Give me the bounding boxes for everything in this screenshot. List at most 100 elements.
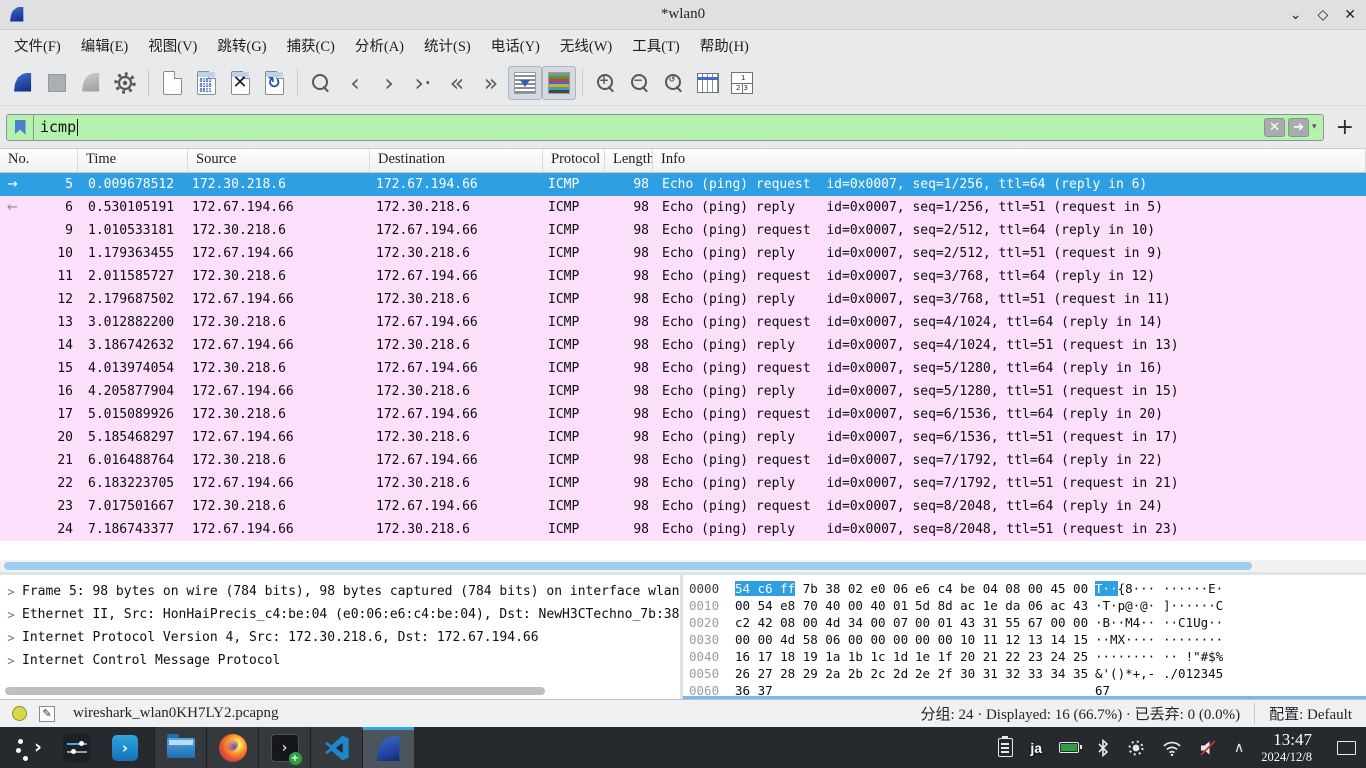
packet-row[interactable]: 101.179363455172.67.194.66172.30.218.6IC… bbox=[0, 242, 1366, 265]
battery-icon[interactable] bbox=[1059, 742, 1079, 753]
filter-clear-button[interactable]: ✕ bbox=[1264, 118, 1285, 137]
column-header-time[interactable]: Time bbox=[78, 149, 188, 172]
packet-row[interactable]: 226.183223705172.67.194.66172.30.218.6IC… bbox=[0, 472, 1366, 495]
menu-item[interactable]: 捕获(C) bbox=[277, 31, 345, 60]
filter-apply-button[interactable]: ➔ bbox=[1288, 118, 1309, 137]
packet-row[interactable]: 112.011585727172.30.218.6172.67.194.66IC… bbox=[0, 265, 1366, 288]
expander-chevron-icon[interactable]: > bbox=[0, 585, 22, 599]
details-tree-item[interactable]: >Frame 5: 98 bytes on wire (784 bits), 9… bbox=[0, 580, 680, 603]
packet-row[interactable]: 164.205877904172.67.194.66172.30.218.6IC… bbox=[0, 380, 1366, 403]
menu-item[interactable]: 帮助(H) bbox=[690, 31, 759, 60]
capture-comment-icon[interactable]: ✎ bbox=[39, 706, 55, 722]
hex-hscrollbar[interactable] bbox=[683, 696, 1366, 699]
open-file-button[interactable] bbox=[155, 66, 189, 100]
stop-capture-button[interactable] bbox=[40, 66, 74, 100]
packet-row[interactable]: 5→0.009678512172.30.218.6172.67.194.66IC… bbox=[0, 173, 1366, 196]
expander-chevron-icon[interactable]: > bbox=[0, 608, 22, 622]
expert-info-icon[interactable] bbox=[12, 706, 27, 721]
column-header-source[interactable]: Source bbox=[188, 149, 370, 172]
show-desktop-button[interactable] bbox=[1337, 741, 1356, 755]
task-terminal[interactable]: ›+ bbox=[258, 727, 310, 768]
last-packet-button[interactable]: » bbox=[474, 66, 508, 100]
input-method-indicator[interactable]: ja bbox=[1030, 740, 1042, 756]
menu-item[interactable]: 视图(V) bbox=[138, 31, 207, 60]
details-tree-item[interactable]: >Ethernet II, Src: HonHaiPrecis_c4:be:04… bbox=[0, 603, 680, 626]
task-firefox[interactable] bbox=[206, 727, 258, 768]
packet-row[interactable]: 154.013974054172.30.218.6172.67.194.66IC… bbox=[0, 357, 1366, 380]
packet-row[interactable]: 143.186742632172.67.194.66172.30.218.6IC… bbox=[0, 334, 1366, 357]
hex-row[interactable]: 0020c2 42 08 00 4d 34 00 0700 01 43 31 5… bbox=[689, 614, 1366, 631]
display-filter-input[interactable]: icmp ✕ ➔ ▾ bbox=[6, 114, 1324, 141]
menu-item[interactable]: 跳转(G) bbox=[207, 31, 276, 60]
hex-row[interactable]: 005026 27 28 29 2a 2b 2c 2d2e 2f 30 31 3… bbox=[689, 665, 1366, 682]
column-header-protocol[interactable]: Protocol bbox=[543, 149, 605, 172]
details-hscrollbar[interactable] bbox=[0, 686, 680, 697]
find-packet-button[interactable] bbox=[304, 66, 338, 100]
packet-row[interactable]: 205.185468297172.67.194.66172.30.218.6IC… bbox=[0, 426, 1366, 449]
hex-row[interactable]: 004016 17 18 19 1a 1b 1c 1d1e 1f 20 21 2… bbox=[689, 648, 1366, 665]
clock[interactable]: 13:47 2024/12/8 bbox=[1261, 730, 1312, 765]
filter-bookmark-button[interactable] bbox=[7, 115, 34, 140]
filter-dropdown-arrow-icon[interactable]: ▾ bbox=[1312, 122, 1317, 132]
maximize-button[interactable]: ◇ bbox=[1317, 7, 1328, 23]
app-launcher-button[interactable]: › bbox=[12, 731, 46, 765]
zoom-in-button[interactable]: + bbox=[589, 66, 623, 100]
menu-item[interactable]: 统计(S) bbox=[414, 31, 481, 60]
packet-row[interactable]: 6←0.530105191172.67.194.66172.30.218.6IC… bbox=[0, 196, 1366, 219]
details-tree-item[interactable]: >Internet Protocol Version 4, Src: 172.3… bbox=[0, 626, 680, 649]
packet-bytes-pane[interactable]: 000054 c6 ff 7b 38 02 e0 06e6 c4 be 04 0… bbox=[683, 575, 1366, 699]
column-header-length[interactable]: Length bbox=[605, 149, 653, 172]
expander-chevron-icon[interactable]: > bbox=[0, 631, 22, 645]
hex-row[interactable]: 000054 c6 ff 7b 38 02 e0 06e6 c4 be 04 0… bbox=[689, 580, 1366, 597]
restart-capture-button[interactable] bbox=[74, 66, 108, 100]
add-filter-button[interactable]: + bbox=[1332, 115, 1358, 140]
zoom-reset-button[interactable]: ↺ bbox=[657, 66, 691, 100]
expander-chevron-icon[interactable]: > bbox=[0, 654, 22, 668]
start-capture-button[interactable] bbox=[6, 66, 40, 100]
packet-row[interactable]: 247.186743377172.67.194.66172.30.218.6IC… bbox=[0, 518, 1366, 541]
first-packet-button[interactable]: « bbox=[440, 66, 474, 100]
close-file-button[interactable]: ✕ bbox=[223, 66, 257, 100]
menu-item[interactable]: 工具(T) bbox=[622, 31, 690, 60]
capture-options-button[interactable] bbox=[108, 66, 142, 100]
auto-scroll-button[interactable] bbox=[508, 66, 542, 100]
packet-row[interactable]: 91.010533181172.30.218.6172.67.194.66ICM… bbox=[0, 219, 1366, 242]
column-header-destination[interactable]: Destination bbox=[370, 149, 543, 172]
save-file-button[interactable]: 010101100011 bbox=[189, 66, 223, 100]
colorize-button[interactable] bbox=[542, 66, 576, 100]
hex-row[interactable]: 001000 54 e8 70 40 00 40 015d 8d ac 1e d… bbox=[689, 597, 1366, 614]
column-header-no[interactable]: No. bbox=[0, 149, 78, 172]
discover-button[interactable]: › bbox=[108, 731, 142, 765]
task-file-manager[interactable] bbox=[154, 727, 206, 768]
menu-item[interactable]: 编辑(E) bbox=[71, 31, 139, 60]
packet-row[interactable]: 237.017501667172.30.218.6172.67.194.66IC… bbox=[0, 495, 1366, 518]
task-vscode[interactable] bbox=[310, 727, 362, 768]
task-wireshark[interactable] bbox=[362, 727, 414, 768]
column-header-info[interactable]: Info bbox=[653, 149, 1366, 172]
layout-button[interactable]: 123 bbox=[725, 66, 759, 100]
packet-row[interactable]: 122.179687502172.67.194.66172.30.218.6IC… bbox=[0, 288, 1366, 311]
profile-selector[interactable]: 配置: Default bbox=[1254, 703, 1366, 724]
bluetooth-icon[interactable] bbox=[1096, 739, 1110, 757]
menu-item[interactable]: 文件(F) bbox=[4, 31, 71, 60]
menu-item[interactable]: 分析(A) bbox=[345, 31, 414, 60]
packet-row[interactable]: 133.012882200172.30.218.6172.67.194.66IC… bbox=[0, 311, 1366, 334]
resize-columns-button[interactable] bbox=[691, 66, 725, 100]
packet-row[interactable]: 175.015089926172.30.218.6172.67.194.66IC… bbox=[0, 403, 1366, 426]
next-packet-button[interactable]: › bbox=[372, 66, 406, 100]
menu-item[interactable]: 无线(W) bbox=[550, 31, 622, 60]
zoom-out-button[interactable]: − bbox=[623, 66, 657, 100]
details-tree-item[interactable]: >Internet Control Message Protocol bbox=[0, 649, 680, 672]
brightness-icon[interactable] bbox=[1127, 739, 1145, 757]
packet-row[interactable]: 216.016488764172.30.218.6172.67.194.66IC… bbox=[0, 449, 1366, 472]
close-button[interactable]: ✕ bbox=[1344, 7, 1356, 23]
clipboard-tray-icon[interactable] bbox=[998, 738, 1013, 757]
hex-row[interactable]: 003000 00 4d 58 06 00 00 0000 00 10 11 1… bbox=[689, 631, 1366, 648]
settings-button[interactable] bbox=[60, 731, 94, 765]
previous-packet-button[interactable]: ‹ bbox=[338, 66, 372, 100]
wifi-icon[interactable] bbox=[1162, 740, 1182, 756]
reload-file-button[interactable]: ↻ bbox=[257, 66, 291, 100]
packet-list-hscrollbar[interactable] bbox=[0, 560, 1366, 572]
go-to-packet-button[interactable]: ›· bbox=[406, 66, 440, 100]
minimize-button[interactable]: ⌄ bbox=[1290, 7, 1302, 23]
